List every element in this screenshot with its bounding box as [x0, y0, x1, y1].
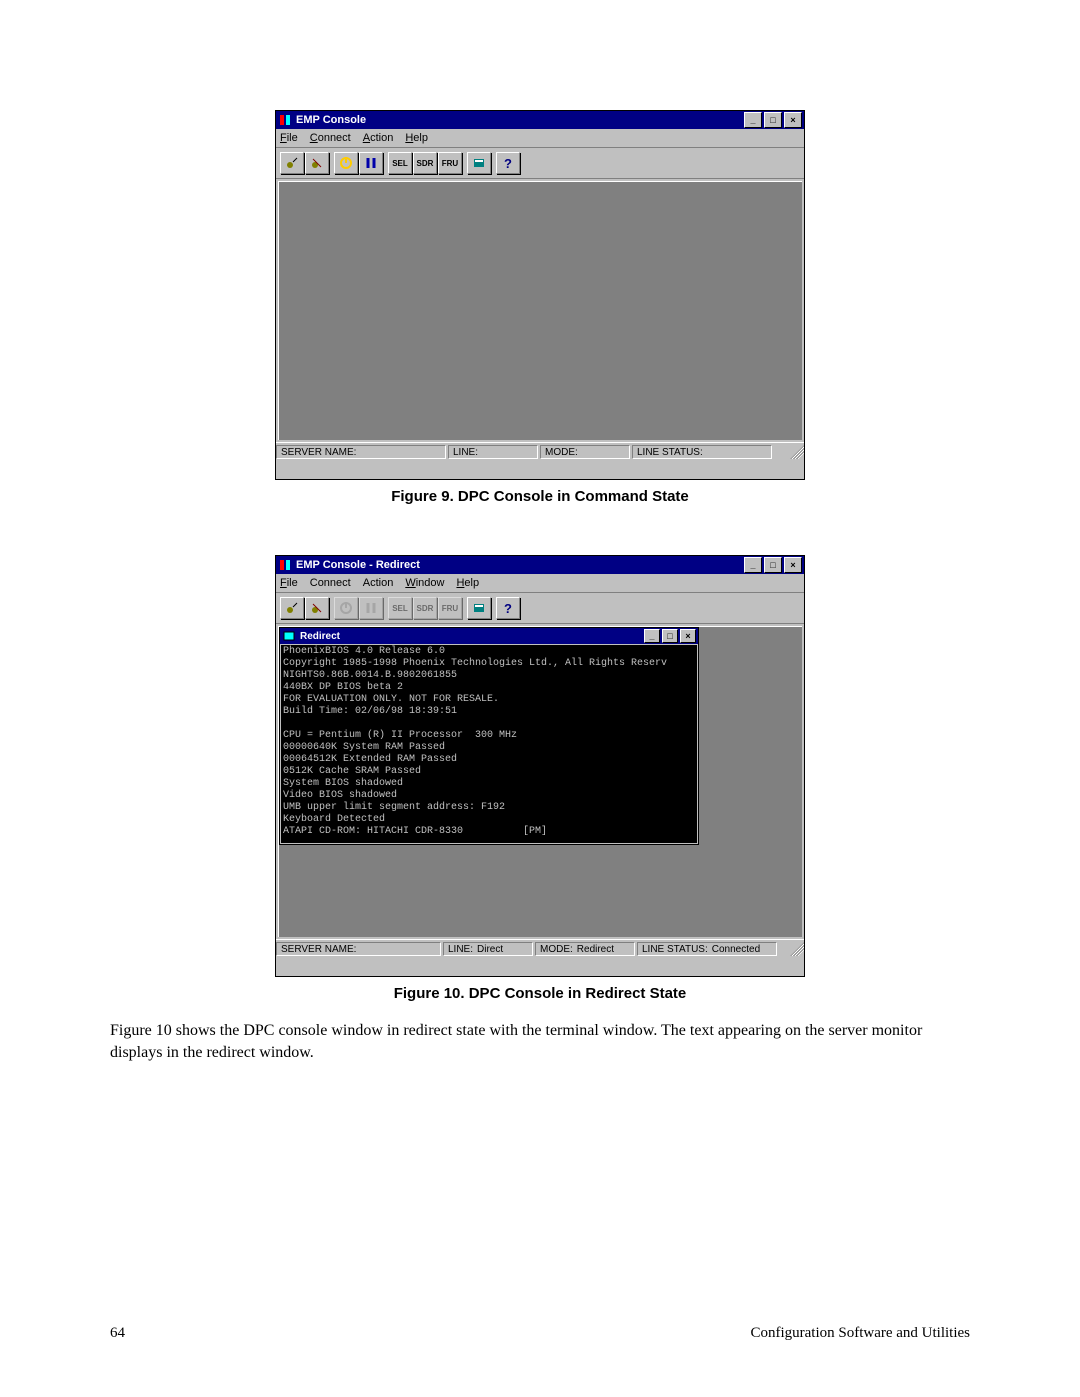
power-icon — [339, 156, 353, 170]
terminal-output: PhoenixBIOS 4.0 Release 6.0 Copyright 19… — [281, 645, 697, 843]
status-server-label: SERVER NAME: — [281, 944, 356, 955]
help-button[interactable]: ? — [496, 152, 520, 174]
status-mode-label: MODE: — [540, 944, 573, 955]
status-line-value: Direct — [477, 944, 503, 955]
connect-icon — [285, 156, 299, 170]
toolbar: SEL SDR FRU ? — [276, 593, 804, 624]
maximize-button[interactable]: □ — [764, 557, 782, 573]
page-number: 64 — [110, 1325, 125, 1342]
sdr-button[interactable]: SDR — [413, 152, 437, 174]
connect-button[interactable] — [280, 597, 304, 619]
close-button[interactable]: × — [680, 629, 696, 643]
menu-help[interactable]: Help — [456, 577, 479, 589]
disconnect-button[interactable] — [305, 597, 329, 619]
sel-button[interactable]: SEL — [388, 597, 412, 619]
footer-section-title: Configuration Software and Utilities — [750, 1325, 970, 1342]
body-paragraph: Figure 10 shows the DPC console window i… — [110, 1020, 970, 1063]
fru-button[interactable]: FRU — [438, 152, 462, 174]
window-titlebar: EMP Console _ □ × — [276, 111, 804, 129]
reset-button[interactable] — [359, 597, 383, 619]
status-mode-label: MODE: — [545, 447, 578, 458]
window-titlebar: EMP Console - Redirect _ □ × — [276, 556, 804, 574]
reset-icon — [364, 156, 378, 170]
maximize-button[interactable]: □ — [662, 629, 678, 643]
close-button[interactable]: × — [784, 557, 802, 573]
client-area — [278, 181, 802, 440]
minimize-button[interactable]: _ — [744, 557, 762, 573]
maximize-button[interactable]: □ — [764, 112, 782, 128]
redirect-window: Redirect _ □ × PhoenixBIOS 4.0 Release 6… — [279, 627, 699, 845]
menubar: File Connect Action Help — [276, 129, 804, 148]
redirect-titlebar: Redirect _ □ × — [280, 628, 698, 644]
close-button[interactable]: × — [784, 112, 802, 128]
status-line-label: LINE: — [453, 447, 478, 458]
statusbar: SERVER NAME: LINE: MODE: LINE STATUS: — [276, 442, 804, 461]
phonebook-button[interactable] — [467, 152, 491, 174]
screenshot-redirect-state: EMP Console - Redirect _ □ × File Connec… — [275, 555, 805, 977]
power-button[interactable] — [334, 152, 358, 174]
power-button[interactable] — [334, 597, 358, 619]
app-icon — [278, 113, 292, 127]
menu-action[interactable]: Action — [363, 577, 394, 589]
menu-connect[interactable]: Connect — [310, 132, 351, 144]
status-server-label: SERVER NAME: — [281, 447, 356, 458]
phonebook-icon — [472, 156, 486, 170]
menubar: File Connect Action Window Help — [276, 574, 804, 593]
terminal-icon — [282, 629, 296, 643]
redirect-title: Redirect — [300, 631, 642, 642]
menu-window[interactable]: Window — [405, 577, 444, 589]
resize-grip-icon[interactable] — [790, 445, 804, 459]
status-line-label: LINE: — [448, 944, 473, 955]
menu-help[interactable]: Help — [405, 132, 428, 144]
minimize-button[interactable]: _ — [744, 112, 762, 128]
status-linestat-value: Connected — [712, 944, 760, 955]
power-icon — [339, 601, 353, 615]
phonebook-button[interactable] — [467, 597, 491, 619]
disconnect-icon — [310, 156, 324, 170]
status-mode-value: Redirect — [577, 944, 614, 955]
reset-button[interactable] — [359, 152, 383, 174]
window-title: EMP Console - Redirect — [296, 559, 742, 571]
figure-caption-10: Figure 10. DPC Console in Redirect State — [110, 985, 970, 1002]
client-area: Redirect _ □ × PhoenixBIOS 4.0 Release 6… — [278, 626, 802, 937]
resize-grip-icon[interactable] — [790, 942, 804, 956]
disconnect-button[interactable] — [305, 152, 329, 174]
status-linestat-label: LINE STATUS: — [642, 944, 708, 955]
page-footer: 64 Configuration Software and Utilities — [110, 1325, 970, 1342]
connect-icon — [285, 601, 299, 615]
disconnect-icon — [310, 601, 324, 615]
toolbar: SEL SDR FRU ? — [276, 148, 804, 179]
reset-icon — [364, 601, 378, 615]
menu-connect[interactable]: Connect — [310, 577, 351, 589]
app-icon — [278, 558, 292, 572]
sdr-button[interactable]: SDR — [413, 597, 437, 619]
minimize-button[interactable]: _ — [644, 629, 660, 643]
screenshot-command-state: EMP Console _ □ × File Connect Action He… — [275, 110, 805, 480]
menu-file[interactable]: File — [280, 132, 298, 144]
statusbar: SERVER NAME: LINE: Direct MODE: Redirect… — [276, 939, 804, 958]
help-button[interactable]: ? — [496, 597, 520, 619]
connect-button[interactable] — [280, 152, 304, 174]
window-title: EMP Console — [296, 114, 742, 126]
figure-caption-9: Figure 9. DPC Console in Command State — [110, 488, 970, 505]
fru-button[interactable]: FRU — [438, 597, 462, 619]
sel-button[interactable]: SEL — [388, 152, 412, 174]
document-page: EMP Console _ □ × File Connect Action He… — [0, 0, 1080, 1397]
menu-file[interactable]: File — [280, 577, 298, 589]
menu-action[interactable]: Action — [363, 132, 394, 144]
status-linestat-label: LINE STATUS: — [637, 447, 703, 458]
phonebook-icon — [472, 601, 486, 615]
